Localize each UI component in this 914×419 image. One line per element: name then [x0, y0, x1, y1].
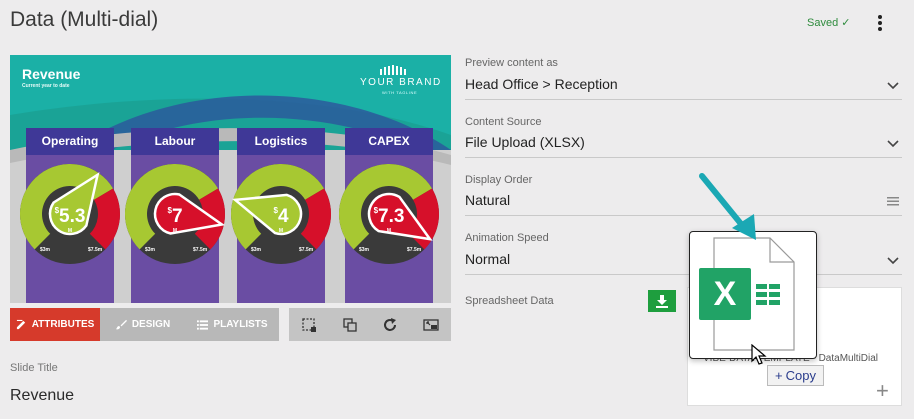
- dial-panel: CAPEX $7.3 M $3m $7.5m: [338, 128, 439, 303]
- dial-number: 4: [277, 206, 289, 227]
- animation-speed-select[interactable]: Normal: [465, 251, 902, 275]
- download-button[interactable]: [648, 290, 676, 312]
- content-source-select[interactable]: File Upload (XLSX): [465, 134, 902, 158]
- dial-number: 7.3: [378, 206, 405, 227]
- slide-title-label: Slide Title: [10, 362, 58, 374]
- drag-direction-arrow-icon: [699, 173, 756, 240]
- dial-panel: Labour $7 M $3m $7.5m: [124, 128, 226, 303]
- display-order-value: Natural: [465, 192, 511, 208]
- check-icon: ✓: [841, 17, 851, 29]
- dial-max-label: $7.5m: [299, 247, 314, 253]
- chevron-down-icon: [887, 140, 899, 148]
- display-order-label: Display Order: [465, 174, 533, 186]
- content-source-value: File Upload (XLSX): [465, 134, 585, 150]
- download-icon: [656, 295, 668, 308]
- preview-toolbar: [289, 308, 451, 341]
- excel-file-icon: X: [699, 237, 795, 351]
- spreadsheet-data-label: Spreadsheet Data: [465, 295, 554, 307]
- dial-value: $4 M: [250, 206, 312, 234]
- list-icon: [197, 319, 209, 330]
- dial-title: CAPEX: [345, 128, 433, 155]
- display-order-field[interactable]: Natural: [465, 192, 902, 216]
- preview-subtitle: Current year to date: [22, 83, 70, 89]
- layers-icon[interactable]: [342, 317, 358, 333]
- tab-attributes-label: ATTRIBUTES: [31, 319, 95, 330]
- brand-logo-icon: [380, 65, 406, 75]
- editor-tabs: ATTRIBUTES DESIGN PLAYLISTS: [10, 308, 279, 341]
- dial-value: $7.3 M: [358, 206, 420, 234]
- chevron-down-icon: [887, 82, 899, 90]
- brush-icon: [115, 319, 127, 330]
- picture-in-picture-icon[interactable]: [423, 317, 439, 333]
- page-title: Data (Multi-dial): [10, 8, 159, 31]
- saved-status: Saved ✓: [807, 16, 850, 29]
- dial-max-label: $7.5m: [88, 247, 103, 253]
- dial-min-label: $3m: [251, 247, 262, 253]
- svg-text:X: X: [714, 275, 737, 313]
- dial-value: $5.3 M: [39, 206, 101, 234]
- brand-name: YOUR BRAND: [360, 77, 442, 88]
- saved-label: Saved: [807, 17, 839, 29]
- tab-playlists-label: PLAYLISTS: [213, 319, 268, 330]
- brand-tagline: WITH TAGLINE: [382, 90, 418, 95]
- tab-playlists[interactable]: PLAYLISTS: [186, 308, 279, 341]
- edit-icon: [16, 319, 25, 330]
- dial-number: 5.3: [59, 206, 86, 227]
- tab-design[interactable]: DESIGN: [100, 308, 186, 341]
- plus-icon: +: [775, 368, 783, 383]
- mouse-cursor-icon: [751, 344, 767, 365]
- preview-content-select[interactable]: Head Office > Reception: [465, 76, 902, 100]
- tab-attributes[interactable]: ATTRIBUTES: [10, 308, 100, 341]
- copy-badge: + Copy: [767, 365, 824, 386]
- dial-min-label: $3m: [359, 247, 370, 253]
- more-menu-icon[interactable]: [872, 12, 888, 34]
- dial-min-label: $3m: [145, 247, 156, 253]
- animation-speed-value: Normal: [465, 251, 511, 267]
- dial-max-label: $7.5m: [193, 247, 208, 253]
- dial-number: 7: [171, 206, 183, 227]
- dial-unit: M: [67, 228, 73, 234]
- add-file-icon[interactable]: +: [876, 378, 889, 404]
- content-source-label: Content Source: [465, 116, 542, 128]
- dial-max-label: $7.5m: [407, 247, 422, 253]
- dial-title: Operating: [26, 128, 114, 155]
- dial-title: Logistics: [237, 128, 325, 155]
- refresh-icon[interactable]: [382, 317, 398, 333]
- preview-content-value: Head Office > Reception: [465, 76, 618, 92]
- animation-speed-label: Animation Speed: [465, 232, 549, 244]
- dial-unit: M: [172, 228, 178, 234]
- select-area-icon[interactable]: [301, 317, 317, 333]
- preview-title: Revenue: [22, 66, 81, 82]
- dial-panel: Operating $5.3 M $3m $7.5m: [19, 128, 120, 303]
- dragged-file-card[interactable]: X: [689, 231, 817, 359]
- preview-content-label: Preview content as: [465, 57, 558, 69]
- copy-label: Copy: [785, 368, 816, 383]
- drag-handle-icon[interactable]: [886, 194, 900, 208]
- dial-title: Labour: [131, 128, 219, 155]
- dial-min-label: $3m: [40, 247, 51, 253]
- dial-panel: Logistics $4 M $3m $7.5m: [230, 128, 331, 303]
- slide-preview: Revenue Current year to date YOUR BRAND …: [10, 55, 451, 303]
- dial-unit: M: [278, 228, 284, 234]
- chevron-down-icon: [887, 257, 899, 265]
- slide-title-input[interactable]: Revenue: [10, 387, 74, 405]
- dial-value: $7 M: [144, 206, 206, 234]
- dial-unit: M: [386, 228, 392, 234]
- tab-design-label: DESIGN: [131, 319, 171, 330]
